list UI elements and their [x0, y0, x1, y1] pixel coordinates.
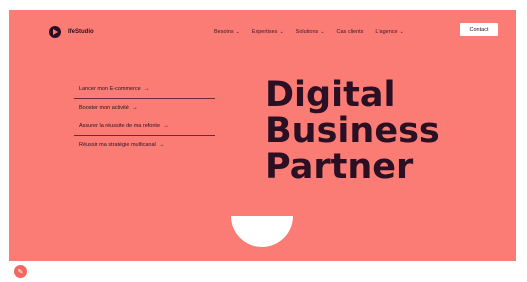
nav-item-label: Expertises [251, 29, 278, 35]
hero-section: IfeStudio Besoins ⌄ Expertises ⌄ Solutio… [9, 10, 516, 261]
link-label: Assurer la réussite de ma refonte [79, 123, 161, 129]
need-links: Lancer mon E-commerce → Booster mon acti… [74, 80, 215, 154]
logo-text: IfeStudio [68, 29, 94, 35]
link-strategie-multicanal[interactable]: Réussir ma stratégie multicanal → [74, 136, 215, 154]
link-label: Réussir ma stratégie multicanal [79, 142, 156, 148]
headline-line-1: Digital [265, 75, 396, 115]
chat-bubble-icon[interactable]: ✎ [14, 265, 27, 278]
chevron-down-icon: ⌄ [399, 29, 404, 35]
nav-item-label: Solutions [295, 29, 319, 35]
nav-item-solutions[interactable]: Solutions ⌄ [296, 29, 325, 35]
link-booster-activite[interactable]: Booster mon activité → [74, 99, 215, 117]
link-lancer-ecommerce[interactable]: Lancer mon E-commerce → [74, 80, 215, 99]
arrow-right-icon: → [143, 86, 150, 92]
arrow-right-icon: → [158, 142, 165, 148]
arrow-right-icon: → [131, 105, 138, 111]
headline-line-3: Partner [265, 147, 414, 187]
half-circle-decoration [231, 216, 293, 247]
link-label: Lancer mon E-commerce [79, 86, 141, 92]
chevron-down-icon: ⌄ [235, 29, 240, 35]
link-label: Booster mon activité [79, 105, 129, 111]
main-nav: Besoins ⌄ Expertises ⌄ Solutions ⌄ Cas c… [214, 29, 416, 35]
arrow-right-icon: → [163, 123, 170, 129]
chevron-down-icon: ⌄ [279, 29, 284, 35]
contact-button[interactable]: Contact [460, 23, 498, 36]
play-circle-icon [49, 26, 61, 38]
page: IfeStudio Besoins ⌄ Expertises ⌄ Solutio… [0, 0, 527, 282]
chevron-down-icon: ⌄ [320, 29, 325, 35]
nav-item-label: Cas clients [336, 29, 364, 35]
nav-item-label: L'agence [375, 29, 398, 35]
nav-item-label: Besoins [214, 29, 234, 35]
logo[interactable]: IfeStudio [49, 26, 94, 38]
hero-headline: Digital Business Partner [265, 77, 440, 185]
headline-line-2: Business [265, 111, 440, 151]
nav-item-cas-clients[interactable]: Cas clients [337, 29, 364, 35]
nav-item-agence[interactable]: L'agence ⌄ [375, 29, 403, 35]
nav-item-besoins[interactable]: Besoins ⌄ [214, 29, 240, 35]
link-reussite-refonte[interactable]: Assurer la réussite de ma refonte → [74, 117, 215, 136]
nav-item-expertises[interactable]: Expertises ⌄ [252, 29, 284, 35]
